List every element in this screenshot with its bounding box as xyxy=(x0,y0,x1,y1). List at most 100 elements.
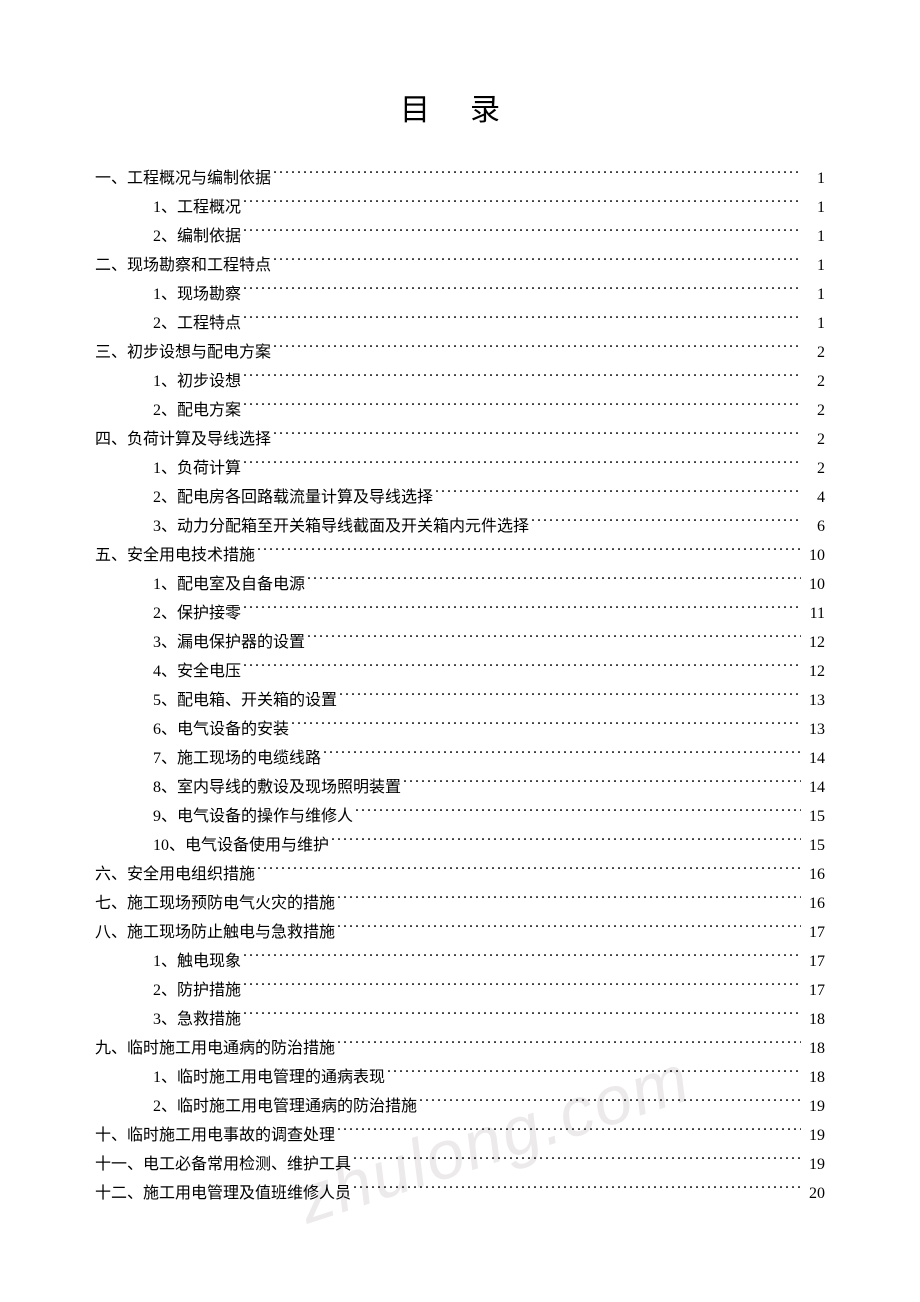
toc-leader-dots xyxy=(243,979,801,995)
toc-leader-dots xyxy=(531,515,801,531)
toc-entry-label: 七、施工现场预防电气火灾的措施 xyxy=(95,889,335,918)
toc-leader-dots xyxy=(257,544,801,560)
toc-entry-page: 1 xyxy=(803,222,825,251)
toc-entry: 4、安全电压 12 xyxy=(95,657,825,686)
toc-entry-page: 16 xyxy=(803,889,825,918)
toc-leader-dots xyxy=(243,457,801,473)
toc-entry: 3、漏电保护器的设置12 xyxy=(95,628,825,657)
toc-entry: 十一、电工必备常用检测、维护工具19 xyxy=(95,1150,825,1179)
toc-leader-dots xyxy=(243,312,801,328)
toc-entry-label: 八、施工现场防止触电与急救措施 xyxy=(95,918,335,947)
toc-leader-dots xyxy=(355,805,801,821)
toc-entry-page: 18 xyxy=(803,1005,825,1034)
toc-entry-page: 14 xyxy=(803,744,825,773)
toc-entry-page: 17 xyxy=(803,947,825,976)
toc-entry-label: 4、安全电压 xyxy=(153,657,241,686)
toc-leader-dots xyxy=(387,1066,801,1082)
toc-leader-dots xyxy=(353,1153,801,1169)
toc-entry-label: 3、动力分配箱至开关箱导线截面及开关箱内元件选择 xyxy=(153,512,529,541)
toc-entry-label: 三、初步设想与配电方案 xyxy=(95,338,271,367)
toc-entry: 7、施工现场的电缆线路14 xyxy=(95,744,825,773)
toc-entry: 2、编制依据 1 xyxy=(95,222,825,251)
toc-leader-dots xyxy=(243,283,801,299)
toc-entry-label: 5、配电箱、开关箱的设置 xyxy=(153,686,337,715)
toc-leader-dots xyxy=(243,1008,801,1024)
toc-entry-label: 五、安全用电技术措施 xyxy=(95,541,255,570)
toc-entry-label: 十一、电工必备常用检测、维护工具 xyxy=(95,1150,351,1179)
toc-entry-label: 1、触电现象 xyxy=(153,947,241,976)
toc-entry-label: 8、室内导线的敷设及现场照明装置 xyxy=(153,773,401,802)
toc-leader-dots xyxy=(331,834,801,850)
toc-entry-page: 13 xyxy=(803,686,825,715)
toc-entry-page: 6 xyxy=(803,512,825,541)
toc-entry-label: 二、现场勘察和工程特点 xyxy=(95,251,271,280)
toc-entry-page: 10 xyxy=(803,570,825,599)
toc-entry-page: 15 xyxy=(803,831,825,860)
toc-entry: 1、现场勘察 1 xyxy=(95,280,825,309)
toc-entry-page: 19 xyxy=(803,1121,825,1150)
toc-entry-label: 十二、施工用电管理及值班维修人员 xyxy=(95,1179,351,1208)
toc-entry-page: 10 xyxy=(803,541,825,570)
toc-entry-page: 20 xyxy=(803,1179,825,1208)
toc-leader-dots xyxy=(337,1037,801,1053)
toc-leader-dots xyxy=(243,370,801,386)
toc-leader-dots xyxy=(337,1124,801,1140)
toc-entry-page: 14 xyxy=(803,773,825,802)
toc-entry-page: 1 xyxy=(803,309,825,338)
toc-entry-page: 17 xyxy=(803,976,825,1005)
toc-entry-label: 1、初步设想 xyxy=(153,367,241,396)
toc-entry-page: 1 xyxy=(803,280,825,309)
toc-entry-label: 1、负荷计算 xyxy=(153,454,241,483)
toc-leader-dots xyxy=(243,196,801,212)
toc-entry-label: 2、防护措施 xyxy=(153,976,241,1005)
toc-entry: 2、配电房各回路载流量计算及导线选择4 xyxy=(95,483,825,512)
toc-leader-dots xyxy=(243,950,801,966)
toc-entry: 2、工程特点1 xyxy=(95,309,825,338)
toc-entry-label: 1、现场勘察 xyxy=(153,280,241,309)
toc-entry: 5、配电箱、开关箱的设置 13 xyxy=(95,686,825,715)
toc-entry: 五、安全用电技术措施 10 xyxy=(95,541,825,570)
toc-entry: 二、现场勘察和工程特点 1 xyxy=(95,251,825,280)
toc-entry: 2、防护措施 17 xyxy=(95,976,825,1005)
toc-leader-dots xyxy=(273,254,801,270)
toc-entry-page: 12 xyxy=(803,657,825,686)
toc-entry-page: 1 xyxy=(803,251,825,280)
toc-entry: 3、动力分配箱至开关箱导线截面及开关箱内元件选择 6 xyxy=(95,512,825,541)
toc-leader-dots xyxy=(291,718,801,734)
toc-leader-dots xyxy=(273,428,801,444)
toc-entry-label: 六、安全用电组织措施 xyxy=(95,860,255,889)
toc-leader-dots xyxy=(243,399,801,415)
toc-entry-page: 18 xyxy=(803,1034,825,1063)
toc-entry-label: 1、临时施工用电管理的通病表现 xyxy=(153,1063,385,1092)
toc-entry-label: 10、电气设备使用与维护 xyxy=(153,831,329,860)
toc-leader-dots xyxy=(257,863,801,879)
toc-entry-label: 2、配电房各回路载流量计算及导线选择 xyxy=(153,483,433,512)
toc-leader-dots xyxy=(435,486,801,502)
page-title: 目录 xyxy=(115,85,825,129)
toc-leader-dots xyxy=(307,631,801,647)
toc-entry-label: 3、急救措施 xyxy=(153,1005,241,1034)
toc-entry-label: 2、临时施工用电管理通病的防治措施 xyxy=(153,1092,417,1121)
table-of-contents: 一、工程概况与编制依据11、工程概况12、编制依据1二、现场勘察和工程特点11、… xyxy=(95,164,825,1208)
toc-entry: 四、负荷计算及导线选择2 xyxy=(95,425,825,454)
toc-entry-page: 2 xyxy=(803,454,825,483)
toc-entry-page: 19 xyxy=(803,1092,825,1121)
toc-entry: 2、配电方案2 xyxy=(95,396,825,425)
toc-entry: 六、安全用电组织措施16 xyxy=(95,860,825,889)
toc-entry-page: 2 xyxy=(803,367,825,396)
toc-entry: 2、保护接零11 xyxy=(95,599,825,628)
toc-entry-page: 15 xyxy=(803,802,825,831)
toc-entry: 9、电气设备的操作与维修人15 xyxy=(95,802,825,831)
toc-entry: 十、临时施工用电事故的调查处理19 xyxy=(95,1121,825,1150)
toc-entry-page: 1 xyxy=(803,193,825,222)
toc-entry-label: 2、编制依据 xyxy=(153,222,241,251)
toc-entry: 七、施工现场预防电气火灾的措施 16 xyxy=(95,889,825,918)
toc-entry: 八、施工现场防止触电与急救措施17 xyxy=(95,918,825,947)
toc-entry-label: 1、工程概况 xyxy=(153,193,241,222)
toc-entry: 三、初步设想与配电方案2 xyxy=(95,338,825,367)
toc-entry-page: 1 xyxy=(803,164,825,193)
toc-entry-label: 1、配电室及自备电源 xyxy=(153,570,305,599)
toc-entry-page: 2 xyxy=(803,396,825,425)
toc-entry-label: 九、临时施工用电通病的防治措施 xyxy=(95,1034,335,1063)
toc-leader-dots xyxy=(403,776,801,792)
